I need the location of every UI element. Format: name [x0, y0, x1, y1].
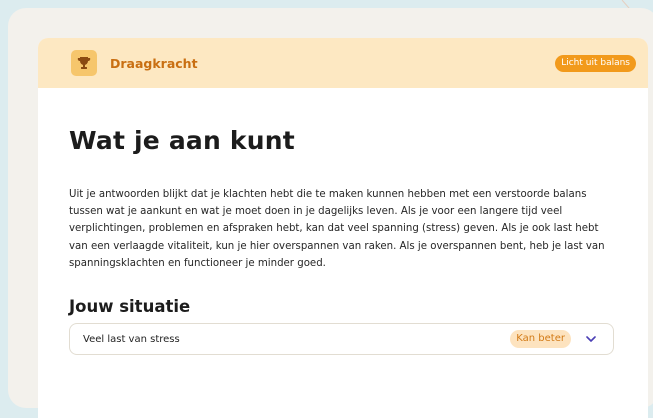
- chevron-down-icon[interactable]: [585, 333, 597, 345]
- card-header: Draagkracht Licht uit balans: [38, 38, 648, 88]
- intro-text: Uit je antwoorden blijkt dat je klachten…: [69, 189, 605, 269]
- status-badge: Licht uit balans: [555, 54, 636, 72]
- header-title: Draagkracht: [110, 55, 198, 71]
- result-card: Draagkracht Licht uit balans Wat je aan …: [38, 38, 648, 418]
- situation-item-label: Veel last van stress: [83, 333, 180, 345]
- situation-item-stress[interactable]: Veel last van stress Kan beter: [69, 323, 614, 356]
- section-title: Jouw situatie: [69, 297, 191, 317]
- page-frame: Draagkracht Licht uit balans Wat je aan …: [8, 8, 653, 418]
- card-content: Wat je aan kunt Uit je antwoorden blijkt…: [38, 126, 648, 356]
- situation-status-badge: Kan beter: [510, 330, 571, 349]
- page-title: Wat je aan kunt: [69, 126, 295, 155]
- trophy-icon: [71, 50, 97, 76]
